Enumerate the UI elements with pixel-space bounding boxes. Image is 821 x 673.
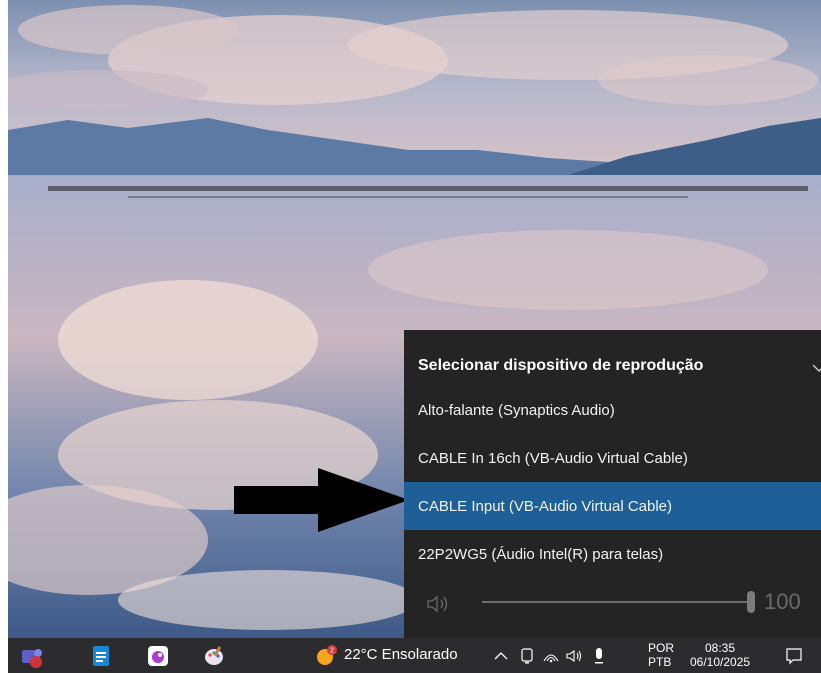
wifi-icon[interactable]: [542, 647, 560, 665]
chevron-down-icon[interactable]: [809, 358, 821, 378]
notification-icon[interactable]: [784, 646, 804, 666]
language-line2: PTB: [648, 655, 672, 669]
weather-icon[interactable]: 2: [314, 644, 338, 668]
weather-badge: 2: [330, 648, 334, 655]
device-item-cable-16ch[interactable]: CABLE In 16ch (VB-Audio Virtual Cable): [404, 434, 821, 482]
device-label: CABLE In 16ch (VB-Audio Virtual Cable): [418, 449, 688, 467]
paint-icon[interactable]: [202, 644, 226, 668]
volume-slider-thumb[interactable]: [747, 591, 755, 613]
device-item-cable-input[interactable]: CABLE Input (VB-Audio Virtual Cable): [404, 482, 821, 530]
microphone-icon[interactable]: [590, 647, 608, 665]
clock[interactable]: 08:35 06/10/2025: [690, 641, 750, 669]
device-icon[interactable]: [518, 647, 536, 665]
flyout-title: Selecionar dispositivo de reprodução: [418, 357, 704, 374]
taskbar: 2 22°C Ensolarado POR PTB 08:35 06/10/20…: [8, 638, 821, 673]
clock-date: 06/10/2025: [690, 655, 751, 669]
device-label: 22P2WG5 (Áudio Intel(R) para telas): [418, 545, 664, 563]
app-icon[interactable]: [146, 644, 170, 668]
chevron-up-icon[interactable]: [492, 647, 510, 665]
flyout-header[interactable]: Selecionar dispositivo de reprodução: [404, 340, 821, 392]
device-item-22p2wg5[interactable]: 22P2WG5 (Áudio Intel(R) para telas): [404, 530, 821, 578]
speaker-tray-icon[interactable]: [566, 647, 584, 665]
volume-slider-track[interactable]: [482, 601, 749, 603]
device-label: CABLE Input (VB-Audio Virtual Cable): [418, 497, 673, 515]
volume-value: 100: [764, 589, 801, 614]
device-item-synaptics[interactable]: Alto-falante (Synaptics Audio): [404, 386, 821, 434]
weather-text[interactable]: 22°C Ensolarado: [344, 646, 458, 663]
device-label: Alto-falante (Synaptics Audio): [418, 401, 615, 419]
teams-icon[interactable]: [20, 644, 44, 668]
clock-time: 08:35: [704, 641, 736, 655]
speaker-icon[interactable]: [426, 594, 454, 614]
black-arrow-annotation: [234, 468, 409, 532]
docs-icon[interactable]: [90, 644, 114, 668]
language-line1: POR: [648, 641, 675, 655]
playback-device-flyout: Selecionar dispositivo de reprodução Alt…: [404, 330, 821, 638]
desktop: Selecionar dispositivo de reprodução Alt…: [8, 0, 821, 673]
language-indicator[interactable]: POR PTB: [648, 641, 674, 669]
